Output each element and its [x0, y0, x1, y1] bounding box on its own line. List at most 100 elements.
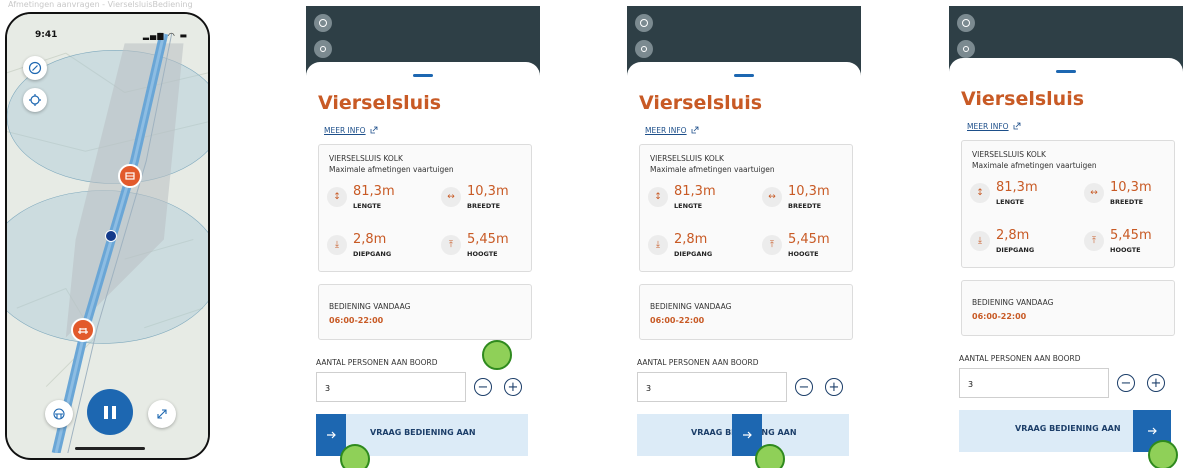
bediening-label: BEDIENING VANDAAG — [329, 302, 411, 311]
max-dims-label: Maximale afmetingen vaartuigen — [650, 165, 775, 174]
stat-label: LENGTE — [674, 202, 703, 210]
stat-value: 10,3m — [1110, 180, 1152, 195]
decrement-button[interactable]: − — [474, 378, 492, 396]
max-dims-label: Maximale afmetingen vaartuigen — [972, 161, 1097, 170]
bottom-sheet: Vierselsluis MEER INFO VIERSELSLUIS KOLK… — [306, 62, 540, 468]
personen-label: AANTAL PERSONEN AAN BOORD — [959, 354, 1081, 363]
touch-indicator — [755, 444, 785, 468]
locate-icon[interactable] — [635, 40, 653, 58]
compass-icon[interactable] — [957, 14, 975, 32]
battery-icon: ▬ — [179, 31, 188, 40]
stat-label: DIEPGANG — [674, 250, 713, 258]
personen-label: AANTAL PERSONEN AAN BOORD — [316, 358, 438, 367]
decrement-button[interactable]: − — [1117, 374, 1135, 392]
plus-icon: + — [828, 379, 840, 395]
personen-label: AANTAL PERSONEN AAN BOORD — [637, 358, 759, 367]
meer-info-link[interactable]: MEER INFO — [324, 126, 378, 135]
max-dims-label: Maximale afmetingen vaartuigen — [329, 165, 454, 174]
compass-icon[interactable] — [635, 14, 653, 32]
plus-icon: + — [507, 379, 519, 395]
sheet-handle[interactable] — [1056, 70, 1076, 73]
stat-label: LENGTE — [996, 198, 1025, 206]
compass-icon[interactable] — [314, 14, 332, 32]
phone-map-screen: 9:41 ▂▄▆ ◠ ▬ — [5, 12, 210, 460]
vraag-bediening-button[interactable]: VRAAG BEDIENING AAN — [959, 410, 1171, 452]
status-bar: 9:41 ▂▄▆ ◠ ▬ — [7, 30, 208, 44]
stat-value: 5,45m — [788, 232, 830, 247]
stat-value: 5,45m — [1110, 228, 1152, 243]
bottom-sheet: Vierselsluis MEER INFO VIERSELSLUIS KOLK… — [627, 62, 861, 468]
vraag-bediening-label: VRAAG BEDIENING AAN — [1015, 424, 1121, 433]
decrement-button[interactable]: − — [795, 378, 813, 396]
length-icon: ↕ — [327, 187, 347, 207]
width-icon: ↔ — [1084, 183, 1104, 203]
width-icon: ↔ — [762, 187, 782, 207]
length-icon: ↕ — [648, 187, 668, 207]
sheet-handle[interactable] — [734, 74, 754, 77]
depth-icon: ⤓ — [327, 235, 347, 255]
personen-input[interactable]: 3 — [637, 372, 787, 402]
meer-info-link[interactable]: MEER INFO — [967, 122, 1021, 131]
stat-value: 81,3m — [996, 180, 1038, 195]
lock-title: Vierselsluis — [318, 92, 442, 114]
height-icon: ⤒ — [762, 235, 782, 255]
locate-icon[interactable] — [314, 40, 332, 58]
length-icon: ↕ — [970, 183, 990, 203]
lock-icon — [125, 172, 135, 180]
bediening-card: BEDIENING VANDAAG 06:00-22:00 — [639, 284, 853, 340]
lock-bridge-button[interactable] — [45, 400, 73, 428]
bridge-marker[interactable] — [71, 318, 95, 342]
arrow-right-icon[interactable] — [316, 414, 346, 456]
stat-value: 5,45m — [467, 232, 509, 247]
stat-value: 2,8m — [996, 228, 1030, 243]
bediening-card: BEDIENING VANDAAG 06:00-22:00 — [318, 284, 532, 340]
depth-icon: ⤓ — [970, 231, 990, 251]
wifi-icon: ◠ — [167, 31, 176, 40]
dimensions-card: VIERSELSLUIS KOLK Maximale afmetingen va… — [318, 144, 532, 272]
dimensions-card: VIERSELSLUIS KOLK Maximale afmetingen va… — [961, 140, 1175, 268]
increment-button[interactable]: + — [1147, 374, 1165, 392]
sheet-handle[interactable] — [413, 74, 433, 77]
lock-detail-panel: Vierselsluis MEER INFO VIERSELSLUIS KOLK… — [949, 6, 1183, 468]
compass-icon — [28, 61, 42, 75]
dimensions-card: VIERSELSLUIS KOLK Maximale afmetingen va… — [639, 144, 853, 272]
increment-button[interactable]: + — [504, 378, 522, 396]
lock-detail-panel: Vierselsluis MEER INFO VIERSELSLUIS KOLK… — [306, 6, 540, 468]
bridge-icon — [78, 328, 88, 334]
lock-title: Vierselsluis — [961, 88, 1085, 110]
expand-icon — [157, 409, 167, 419]
stat-value: 81,3m — [353, 184, 395, 199]
external-link-icon — [691, 126, 698, 134]
bottom-sheet: Vierselsluis MEER INFO VIERSELSLUIS KOLK… — [949, 58, 1183, 468]
bediening-time: 06:00-22:00 — [650, 316, 705, 325]
personen-input[interactable]: 3 — [959, 368, 1109, 398]
external-link-icon — [370, 126, 377, 134]
compass-button[interactable] — [23, 56, 47, 80]
meer-info-label: MEER INFO — [645, 126, 687, 135]
personen-input[interactable]: 3 — [316, 372, 466, 402]
stat-value: 81,3m — [674, 184, 716, 199]
vraag-bediening-button[interactable]: VRAAG BEDIENING AAN — [637, 414, 849, 456]
kolk-label: VIERSELSLUIS KOLK — [329, 154, 403, 163]
expand-button[interactable] — [148, 400, 176, 428]
current-position-dot — [105, 230, 117, 242]
minus-icon: − — [798, 379, 810, 395]
stat-label: HOOGTE — [788, 250, 819, 258]
lock-bridge-icon — [53, 408, 65, 420]
stat-label: BREEDTE — [788, 202, 822, 210]
pause-button[interactable] — [87, 389, 133, 435]
meer-info-link[interactable]: MEER INFO — [645, 126, 699, 135]
signal-icon: ▂▄▆ — [142, 31, 165, 40]
home-indicator — [75, 447, 145, 450]
lock-title: Vierselsluis — [639, 92, 763, 114]
lock-marker[interactable] — [118, 164, 142, 188]
bediening-time: 06:00-22:00 — [972, 312, 1027, 321]
plus-icon: + — [1150, 375, 1162, 391]
locate-icon[interactable] — [957, 40, 975, 58]
stat-value: 10,3m — [788, 184, 830, 199]
stat-value: 10,3m — [467, 184, 509, 199]
stat-label: DIEPGANG — [353, 250, 392, 258]
increment-button[interactable]: + — [825, 378, 843, 396]
kolk-label: VIERSELSLUIS KOLK — [972, 150, 1046, 159]
locate-button[interactable] — [23, 88, 47, 112]
